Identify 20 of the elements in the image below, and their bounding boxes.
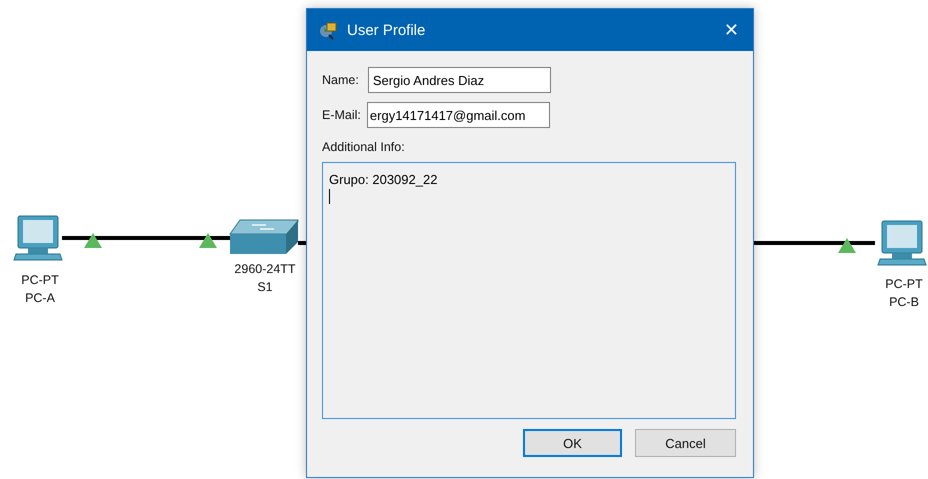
- ok-button[interactable]: OK: [523, 429, 622, 457]
- window-title: User Profile: [347, 22, 426, 38]
- field-label: Additional Info:: [322, 140, 406, 154]
- switch-icon[interactable]: [229, 220, 299, 254]
- info-text-area[interactable]: Grupo: 203092_22: [322, 162, 736, 419]
- device-name-label: S1: [257, 280, 273, 294]
- cancel-button[interactable]: Cancel: [635, 429, 736, 457]
- device-name-label: PC-B: [889, 295, 919, 309]
- app-icon: [319, 20, 339, 40]
- text-field[interactable]: Sergio Andres Diaz: [368, 67, 551, 93]
- computer-icon[interactable]: [877, 220, 927, 266]
- computer-icon[interactable]: [13, 216, 63, 260]
- field-label: E-Mail:: [322, 108, 361, 122]
- device-model-label: PC-PT: [885, 277, 923, 291]
- close-button[interactable]: ✕: [720, 20, 743, 40]
- field-label: Name:: [322, 73, 359, 87]
- text-field[interactable]: ergy14171417@gmail.com: [366, 102, 550, 128]
- device-model-label: 2960-24TT: [234, 262, 296, 276]
- device-model-label: PC-PT: [21, 273, 59, 287]
- device-name-label: PC-A: [25, 291, 55, 305]
